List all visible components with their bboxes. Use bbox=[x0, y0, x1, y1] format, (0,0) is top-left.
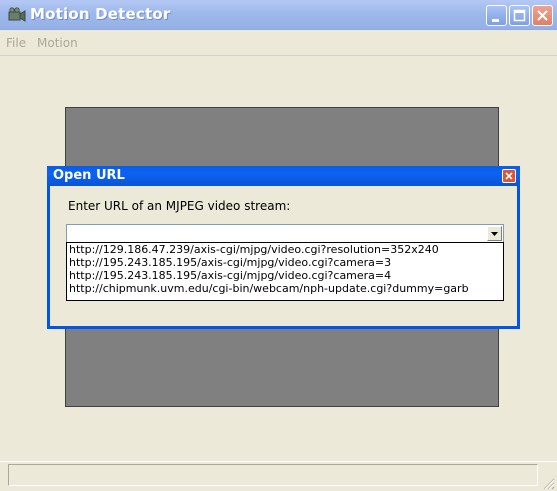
url-option[interactable]: http://chipmunk.uvm.edu/cgi-bin/webcam/n… bbox=[67, 282, 503, 295]
url-dropdown-list[interactable]: http://129.186.47.239/axis-cgi/mjpg/vide… bbox=[66, 242, 504, 301]
close-icon bbox=[505, 172, 513, 180]
url-combobox[interactable] bbox=[66, 224, 504, 243]
menu-motion[interactable]: Motion bbox=[37, 36, 78, 50]
dialog-title-bar[interactable]: Open URL bbox=[47, 166, 520, 186]
combo-dropdown-button[interactable] bbox=[487, 226, 502, 241]
window-title: Motion Detector bbox=[30, 5, 171, 23]
url-option[interactable]: http://195.243.185.195/axis-cgi/mjpg/vid… bbox=[67, 269, 503, 282]
main-window: Motion Detector File Motion Open URL Ent… bbox=[0, 0, 557, 491]
maximize-icon bbox=[513, 9, 526, 22]
dialog-title: Open URL bbox=[53, 168, 125, 183]
maximize-button[interactable] bbox=[509, 5, 530, 26]
chevron-down-icon bbox=[491, 232, 498, 236]
url-option[interactable]: http://129.186.47.239/axis-cgi/mjpg/vide… bbox=[67, 243, 503, 256]
close-icon bbox=[537, 10, 548, 21]
resize-grip-icon[interactable] bbox=[541, 475, 555, 490]
close-button[interactable] bbox=[532, 5, 553, 26]
url-option[interactable]: http://195.243.185.195/axis-cgi/mjpg/vid… bbox=[67, 256, 503, 269]
minimize-icon bbox=[492, 19, 499, 22]
open-url-dialog: Open URL Enter URL of an MJPEG video str… bbox=[47, 166, 520, 329]
dialog-close-button[interactable] bbox=[502, 169, 516, 183]
status-bar bbox=[0, 461, 557, 491]
minimize-button[interactable] bbox=[486, 5, 507, 26]
status-panel bbox=[8, 464, 538, 486]
app-icon bbox=[8, 7, 26, 23]
url-prompt-label: Enter URL of an MJPEG video stream: bbox=[68, 199, 291, 213]
menu-bar: File Motion bbox=[0, 30, 557, 56]
menu-file[interactable]: File bbox=[6, 36, 26, 50]
title-bar[interactable]: Motion Detector bbox=[0, 0, 557, 30]
